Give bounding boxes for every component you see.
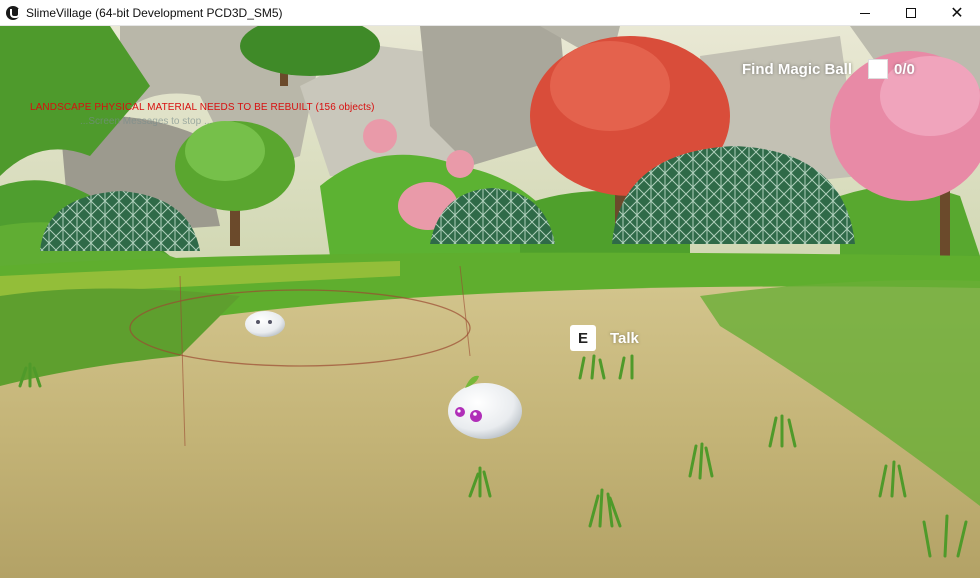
interact-label: Talk	[610, 329, 639, 347]
maximize-icon	[906, 8, 916, 18]
quest-tracker: Find Magic Ball 0/0	[742, 58, 915, 80]
close-button[interactable]: ✕	[934, 0, 980, 26]
game-viewport[interactable]: LANDSCAPE PHYSICAL MATERIAL NEEDS TO BE …	[0, 26, 980, 578]
interact-prompt: E Talk	[570, 325, 639, 351]
minimize-button[interactable]	[842, 0, 888, 26]
window-controls: ✕	[842, 0, 980, 26]
quest-progress: 0/0	[894, 60, 915, 78]
maximize-button[interactable]	[888, 0, 934, 26]
minimize-icon	[860, 12, 870, 14]
unreal-engine-logo-icon	[6, 5, 20, 20]
quest-label: Find Magic Ball	[742, 60, 853, 78]
quest-checkbox	[868, 59, 889, 79]
window-title: SlimeVillage (64-bit Development PCD3D_S…	[26, 5, 283, 20]
slime-npc-far	[245, 311, 285, 337]
debug-sub-text: ...Screen Messages to stop ...	[80, 116, 213, 127]
interact-key-badge: E	[570, 325, 596, 351]
window-title-bar[interactable]: SlimeVillage (64-bit Development PCD3D_S…	[0, 0, 980, 26]
close-icon: ✕	[950, 5, 964, 22]
debug-warning-text: LANDSCAPE PHYSICAL MATERIAL NEEDS TO BE …	[30, 102, 375, 113]
